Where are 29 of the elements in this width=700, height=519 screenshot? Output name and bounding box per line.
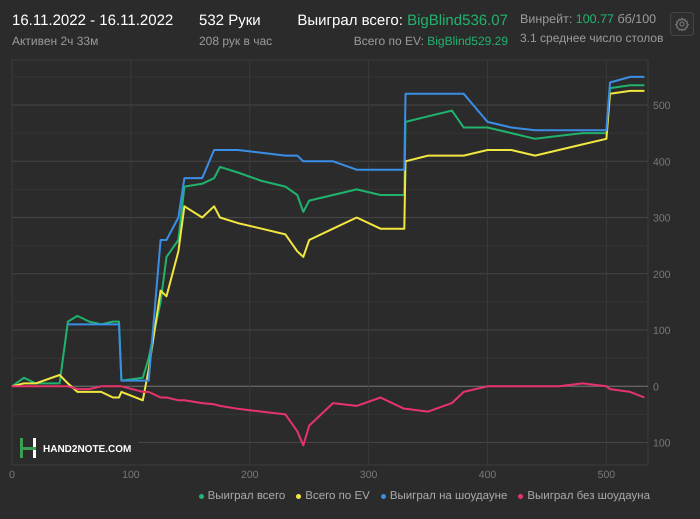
y-tick-label: 100 <box>653 325 671 337</box>
y-tick-label: 200 <box>653 268 671 281</box>
date-range: 16.11.2022 - 16.11.2022 <box>12 12 174 29</box>
x-tick-label: 300 <box>360 469 378 481</box>
logo-text: HAND2NOTE.COM <box>43 444 132 455</box>
x-tick-label: 500 <box>598 469 616 481</box>
legend-label: Выиграл без шоудауна <box>527 490 650 502</box>
ev-total: Всего по EV: BigBlind529.29 <box>354 34 508 48</box>
winrate: Винрейт: 100.77 бб/100 <box>520 12 658 26</box>
settings-button[interactable] <box>670 12 694 36</box>
legend-label: Выиграл всего <box>208 490 286 502</box>
y-tick-label: 500 <box>653 100 671 112</box>
hands-per-hour: 208 рук в час <box>199 34 274 48</box>
y-tick-label: 300 <box>653 212 671 224</box>
settings-icon <box>675 17 689 31</box>
legend-label: Выиграл на шоудауне <box>390 490 508 502</box>
x-tick-label: 200 <box>241 469 259 481</box>
y-tick-label: 100 <box>653 438 671 450</box>
active-time: Активен 2ч 33м <box>12 34 100 48</box>
x-tick-label: 400 <box>478 469 496 481</box>
x-tick-label: 100 <box>122 469 140 481</box>
average-tables: 3.1 среднее число столов <box>520 31 670 45</box>
legend-label: Всего по EV <box>305 490 370 502</box>
y-tick-label: 0 <box>653 381 659 394</box>
hands-count: 532 Руки <box>199 12 262 29</box>
won-total: Выиграл всего: BigBlind536.07 <box>297 12 508 29</box>
y-tick-label: 400 <box>653 156 671 168</box>
logo-icon <box>20 438 36 458</box>
x-tick-label: 0 <box>9 469 15 481</box>
